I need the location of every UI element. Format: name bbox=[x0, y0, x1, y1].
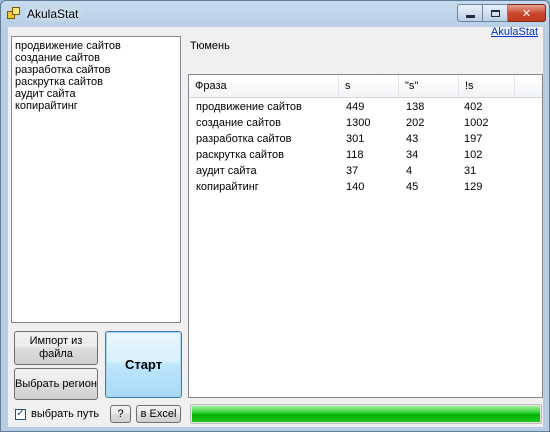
cell-s: 301 bbox=[346, 133, 365, 145]
cell-quoted-s: 45 bbox=[406, 181, 419, 193]
cell-quoted-s: 34 bbox=[406, 149, 419, 161]
cell-phrase: разработка сайтов bbox=[196, 133, 292, 145]
table-row[interactable]: разработка сайтов 301 43 197 bbox=[189, 131, 542, 147]
progress-fill bbox=[192, 406, 540, 422]
phrase-list-item[interactable]: разработка сайтов bbox=[15, 64, 180, 76]
cell-quoted-s: 138 bbox=[406, 101, 425, 113]
results-table[interactable]: Фраза s "s" !s продвижение сайтов 449 13… bbox=[188, 74, 543, 398]
phrase-list-item[interactable]: создание сайтов bbox=[15, 52, 180, 64]
cell-phrase: раскрутка сайтов bbox=[196, 149, 284, 161]
start-button[interactable]: Старт bbox=[105, 331, 182, 398]
table-row[interactable]: создание сайтов 1300 202 1002 bbox=[189, 115, 542, 131]
akulastat-link[interactable]: AkulaStat bbox=[491, 26, 538, 38]
app-icon bbox=[7, 7, 21, 21]
form-client-area: продвижение сайтов создание сайтов разра… bbox=[8, 26, 543, 427]
export-excel-button[interactable]: в Excel bbox=[136, 405, 181, 423]
app-window: AkulaStat ✕ продвижение сайтов создание … bbox=[0, 0, 550, 432]
cell-exact-s: 402 bbox=[464, 101, 483, 113]
column-header-phrase[interactable]: Фраза bbox=[189, 75, 339, 97]
select-path-label: выбрать путь bbox=[31, 408, 100, 420]
cell-quoted-s: 43 bbox=[406, 133, 419, 145]
minimize-button[interactable] bbox=[457, 4, 483, 22]
phrase-list-item[interactable]: аудит сайта bbox=[15, 88, 180, 100]
cell-phrase: аудит сайта bbox=[196, 165, 257, 177]
maximize-icon bbox=[490, 9, 500, 17]
cell-s: 118 bbox=[346, 149, 364, 161]
phrase-list-item[interactable]: продвижение сайтов bbox=[15, 40, 180, 52]
cell-exact-s: 1002 bbox=[464, 117, 489, 129]
table-row[interactable]: раскрутка сайтов 118 34 102 bbox=[189, 147, 542, 163]
cell-phrase: продвижение сайтов bbox=[196, 101, 302, 113]
table-row[interactable]: копирайтинг 140 45 129 bbox=[189, 179, 542, 195]
column-header-s[interactable]: s bbox=[339, 75, 399, 97]
cell-s: 37 bbox=[346, 165, 359, 177]
checkmark-icon: ✓ bbox=[16, 408, 25, 419]
close-icon: ✕ bbox=[521, 7, 532, 20]
select-path-checkbox-group[interactable]: ✓ выбрать путь bbox=[15, 407, 99, 421]
cell-s: 140 bbox=[346, 181, 365, 193]
cell-quoted-s: 4 bbox=[406, 165, 413, 177]
phrase-list-item[interactable]: раскрутка сайтов bbox=[15, 76, 180, 88]
progress-bar bbox=[190, 404, 542, 424]
help-button[interactable]: ? bbox=[110, 405, 131, 423]
phrase-list-item[interactable]: копирайтинг bbox=[15, 100, 180, 112]
select-region-button[interactable]: Выбрать регион bbox=[14, 368, 98, 400]
cell-quoted-s: 202 bbox=[406, 117, 425, 129]
title-bar[interactable]: AkulaStat ✕ bbox=[1, 1, 549, 27]
column-header-exact-s[interactable]: !s bbox=[459, 75, 515, 97]
cell-phrase: копирайтинг bbox=[196, 181, 259, 193]
cell-exact-s: 197 bbox=[464, 133, 483, 145]
maximize-button[interactable] bbox=[483, 4, 508, 22]
cell-phrase: создание сайтов bbox=[196, 117, 281, 129]
cell-exact-s: 129 bbox=[464, 181, 483, 193]
table-row[interactable]: аудит сайта 37 4 31 bbox=[189, 163, 542, 179]
cell-exact-s: 102 bbox=[464, 149, 483, 161]
select-path-checkbox[interactable]: ✓ bbox=[15, 408, 26, 420]
close-button[interactable]: ✕ bbox=[508, 4, 546, 22]
minimize-icon bbox=[465, 14, 475, 18]
table-row[interactable]: продвижение сайтов 449 138 402 bbox=[189, 99, 542, 115]
import-from-file-button[interactable]: Импорт из файла bbox=[14, 331, 98, 365]
results-header: Фраза s "s" !s bbox=[189, 75, 542, 98]
window-title: AkulaStat bbox=[27, 7, 79, 21]
phrase-list[interactable]: продвижение сайтов создание сайтов разра… bbox=[11, 36, 181, 323]
column-header-quoted-s[interactable]: "s" bbox=[399, 75, 459, 97]
region-label: Тюмень bbox=[190, 40, 230, 52]
cell-s: 1300 bbox=[346, 117, 371, 129]
cell-exact-s: 31 bbox=[464, 165, 477, 177]
cell-s: 449 bbox=[346, 101, 365, 113]
